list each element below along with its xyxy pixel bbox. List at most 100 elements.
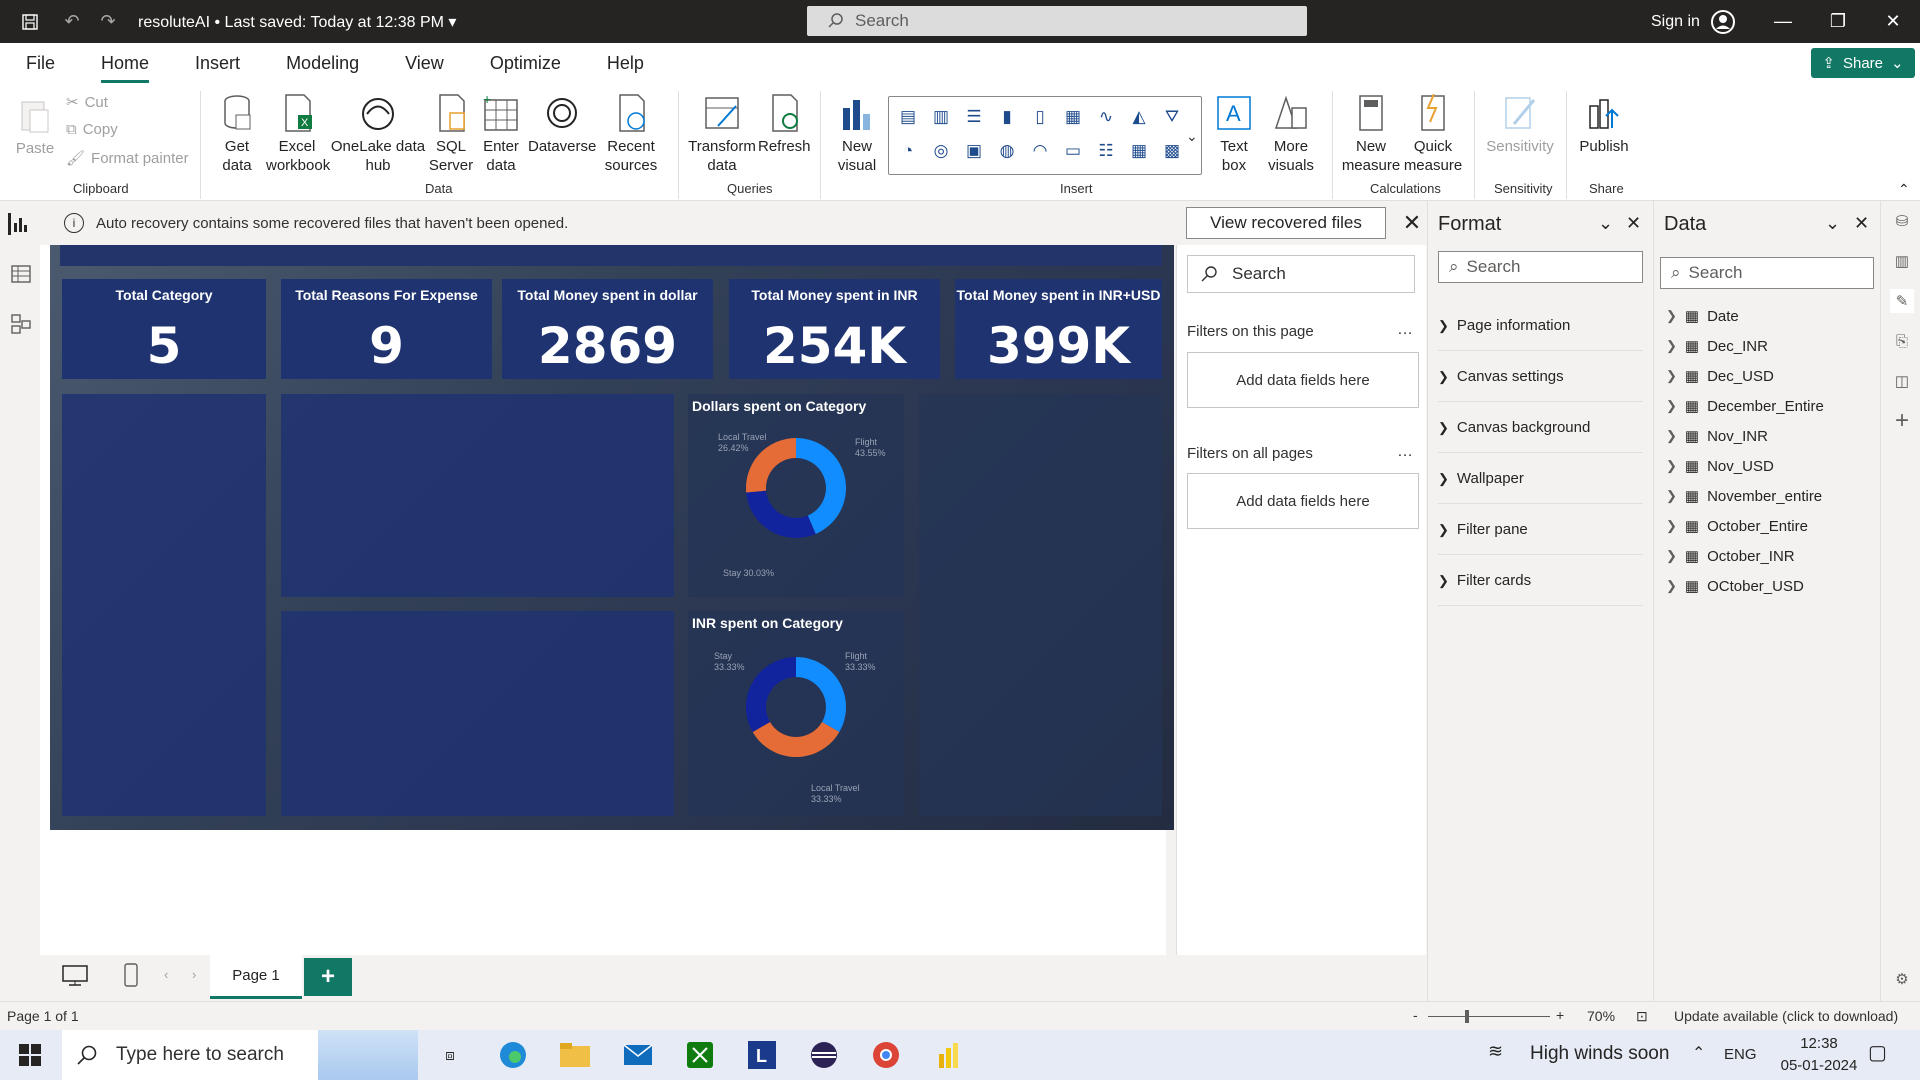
donut-chart-inr[interactable]: INR spent on Category Stay 33.33% Flight 3… (688, 611, 904, 816)
redo-icon[interactable]: ↷ (96, 10, 120, 34)
onelake-button[interactable]: OneLake data hub (330, 93, 426, 175)
close-icon[interactable]: ✕ (1396, 207, 1428, 239)
format-brush-icon[interactable]: ✎ (1890, 289, 1914, 313)
xbox-icon[interactable] (680, 1035, 720, 1075)
top-search-input[interactable]: Search (807, 6, 1307, 36)
transform-data-button[interactable]: Transform data (686, 93, 758, 175)
add-pane-icon[interactable]: + (1890, 407, 1914, 434)
get-data-button[interactable]: Get data (212, 93, 262, 175)
zoom-slider[interactable] (1428, 1016, 1550, 1017)
table-item[interactable]: ❯ ▦ Nov_INR (1666, 425, 1768, 447)
mobile-layout-icon[interactable] (124, 963, 138, 991)
kpi-card[interactable]: Total Reasons For Expense 9 (281, 279, 492, 379)
empty-visual[interactable] (281, 611, 674, 816)
close-icon[interactable]: ✕ (1626, 213, 1641, 234)
add-data-fields-all[interactable]: Add data fields here (1187, 473, 1419, 529)
combo-chart-icon[interactable]: ▦ (1058, 102, 1088, 132)
quick-measure-button[interactable]: Quick measure (1402, 93, 1464, 175)
table-item[interactable]: ❯ ▦ December_Entire (1666, 395, 1824, 417)
desktop-layout-icon[interactable] (62, 965, 88, 991)
text-box-button[interactable]: A Text box (1208, 93, 1260, 175)
collapse-chevron-icon[interactable]: ⌄ (1598, 213, 1613, 234)
selection-icon[interactable]: ◫ (1890, 369, 1914, 393)
menu-modeling[interactable]: Modeling (286, 43, 359, 83)
card-icon[interactable]: ▭ (1058, 136, 1088, 166)
copy-button[interactable]: ⧉ Copy (66, 121, 118, 138)
section-filter-cards[interactable]: ❯ Filter cards (1438, 556, 1643, 606)
new-visual-button[interactable]: New visual (832, 93, 882, 175)
settings-gear-icon[interactable]: ⚙ (1890, 967, 1914, 991)
dataverse-button[interactable]: Dataverse (528, 93, 596, 156)
minimize-button[interactable]: — (1760, 0, 1806, 43)
section-canvas-background[interactable]: ❯ Canvas background (1438, 403, 1643, 453)
chevron-up-icon[interactable]: ⌃ (1692, 1043, 1705, 1063)
clock-date[interactable]: 05-01-2024 (1779, 1057, 1859, 1074)
table-item[interactable]: ❯ ▦ November_entire (1666, 485, 1822, 507)
database-icon[interactable]: ⛁ (1890, 209, 1914, 233)
table-item[interactable]: ❯ ▦ October_INR (1666, 545, 1795, 567)
empty-visual[interactable] (281, 394, 674, 597)
model-view-icon[interactable] (10, 313, 32, 335)
data-search-input[interactable]: ⌕ Search (1660, 257, 1874, 289)
kpi-card[interactable]: Total Money spent in INR 254K (729, 279, 940, 379)
undo-icon[interactable]: ↶ (60, 10, 84, 34)
stacked-bar-icon[interactable]: ▤ (893, 102, 923, 132)
menu-help[interactable]: Help (607, 43, 644, 83)
refresh-button[interactable]: Refresh (758, 93, 811, 156)
100-column-icon[interactable]: ▯ (1025, 102, 1055, 132)
collapse-chevron-icon[interactable]: ⌄ (1825, 213, 1840, 234)
donut-slice-stay[interactable] (746, 490, 816, 538)
donut-chart-icon[interactable]: ◎ (926, 136, 956, 166)
zoom-out-button[interactable]: - (1413, 1007, 1418, 1023)
share-button[interactable]: ⇪ Share ⌄ (1811, 48, 1915, 78)
report-page[interactable]: Total Category 5 Total Reasons For Expen… (50, 245, 1174, 830)
eclipse-icon[interactable] (804, 1035, 844, 1075)
kpi-card[interactable]: Total Money spent in INR+USD 399K (955, 279, 1162, 379)
gallery-expand-icon[interactable]: ⌄ (1186, 128, 1198, 145)
menu-home[interactable]: Home (101, 43, 150, 83)
treemap-icon[interactable]: ▣ (959, 136, 989, 166)
table-item[interactable]: ❯ ▦ OCtober_USD (1666, 575, 1804, 597)
empty-visual[interactable] (919, 394, 1162, 816)
funnel-icon[interactable]: ⛛ (1157, 102, 1187, 132)
weather-wind-icon[interactable]: ≋ (1488, 1041, 1503, 1062)
donut-slice-local-travel[interactable] (752, 722, 840, 757)
excel-workbook-button[interactable]: X Excel workbook (266, 93, 330, 175)
section-wallpaper[interactable]: ❯ Wallpaper (1438, 454, 1643, 504)
build-visual-icon[interactable]: ▥ (1890, 249, 1914, 273)
pie-chart-icon[interactable]: ◔ (893, 136, 923, 166)
language-indicator[interactable]: ENG (1724, 1046, 1757, 1063)
gauge-icon[interactable]: ◠ (1025, 136, 1055, 166)
taskbar-search-input[interactable]: Type here to search (62, 1030, 418, 1080)
view-recovered-files-button[interactable]: View recovered files (1186, 207, 1386, 239)
file-name[interactable]: resoluteAI • Last saved: Today at 12:38 … (138, 12, 456, 32)
map-icon[interactable]: ◍ (992, 136, 1022, 166)
new-measure-button[interactable]: New measure (1340, 93, 1402, 175)
empty-visual[interactable] (62, 394, 266, 816)
section-filter-pane[interactable]: ❯ Filter pane (1438, 505, 1643, 555)
menu-optimize[interactable]: Optimize (490, 43, 561, 83)
section-canvas-settings[interactable]: ❯ Canvas settings (1438, 352, 1643, 402)
add-data-fields-page[interactable]: Add data fields here (1187, 352, 1419, 408)
next-page-icon[interactable]: › (192, 967, 196, 982)
report-view-icon[interactable] (8, 213, 30, 235)
section-page-information[interactable]: ❯ Page information (1438, 301, 1643, 351)
zoom-in-button[interactable]: + (1556, 1007, 1564, 1023)
donut-chart-dollars[interactable]: Dollars spent on Category Local Travel 26… (688, 394, 904, 597)
table-item[interactable]: ❯ ▦ Nov_USD (1666, 455, 1774, 477)
kpi-card[interactable]: Total Category 5 (62, 279, 266, 379)
table-item[interactable]: ❯ ▦ Date (1666, 305, 1739, 327)
fit-to-page-icon[interactable]: ⊡ (1636, 1008, 1648, 1025)
update-available-link[interactable]: Update available (click to download) (1674, 1008, 1898, 1024)
recent-sources-button[interactable]: Recent sources (598, 93, 664, 175)
file-explorer-icon[interactable] (555, 1035, 595, 1075)
add-page-button[interactable]: + (304, 958, 352, 996)
kpi-card[interactable]: Total Money spent in dollar 2869 (502, 279, 713, 379)
close-window-button[interactable]: ✕ (1870, 0, 1916, 43)
power-bi-icon[interactable] (928, 1035, 968, 1075)
menu-file[interactable]: File (26, 43, 55, 83)
table-item[interactable]: ❯ ▦ Dec_INR (1666, 335, 1768, 357)
save-icon[interactable] (18, 10, 42, 34)
multi-row-card-icon[interactable]: ☷ (1091, 136, 1121, 166)
table-item[interactable]: ❯ ▦ October_Entire (1666, 515, 1808, 537)
